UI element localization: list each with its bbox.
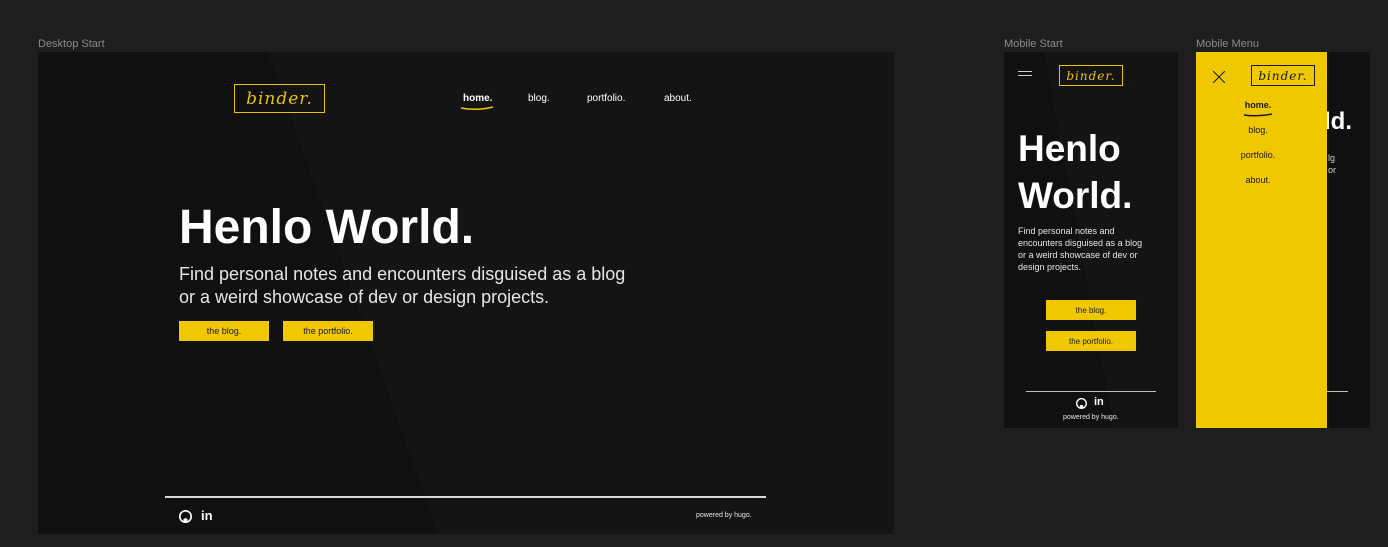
underlay-text: lg or: [1328, 153, 1337, 175]
nav-about[interactable]: about.: [664, 93, 692, 104]
portfolio-button[interactable]: the portfolio.: [1046, 331, 1136, 351]
nav-portfolio[interactable]: portfolio.: [587, 93, 625, 104]
logo[interactable]: binder.: [1059, 65, 1123, 86]
hero-subtitle-line2: encounters disguised as a blog: [1018, 238, 1143, 248]
logo[interactable]: binder.: [1251, 65, 1315, 86]
mobile-start-frame: binder. Henlo World. Find personal notes…: [1004, 52, 1178, 428]
menu-frame-label: Mobile Menu: [1196, 38, 1259, 50]
github-icon[interactable]: [1076, 398, 1087, 409]
mobile-frame-label: Mobile Start: [1004, 38, 1063, 50]
close-icon[interactable]: [1213, 71, 1225, 83]
blog-button[interactable]: the blog.: [1046, 300, 1136, 320]
hero-title: Henlo World.: [179, 201, 475, 254]
menu-about[interactable]: about.: [1196, 175, 1320, 185]
active-nav-underline: [460, 106, 494, 111]
blog-button[interactable]: the blog.: [179, 321, 269, 341]
hero-subtitle-line1: Find personal notes and: [1018, 226, 1115, 236]
active-nav-underline: [1243, 113, 1273, 117]
powered-by: powered by hugo.: [696, 512, 752, 519]
hero-subtitle-line2: or a weird showcase of dev or design pro…: [179, 287, 550, 307]
footer-divider: [1026, 391, 1156, 392]
hero-title-line2: World.: [1018, 175, 1133, 216]
menu-portfolio[interactable]: portfolio.: [1196, 150, 1320, 160]
linkedin-icon[interactable]: in: [1094, 396, 1104, 408]
logo[interactable]: binder.: [234, 84, 325, 113]
menu-blog[interactable]: blog.: [1196, 125, 1320, 135]
desktop-frame: binder. home. blog. portfolio. about. He…: [38, 52, 894, 534]
hamburger-icon[interactable]: [1018, 70, 1032, 78]
underlay-divider: [1327, 391, 1348, 392]
nav-home[interactable]: home.: [463, 93, 492, 104]
hero-subtitle-line4: design projects.: [1018, 262, 1082, 272]
underlay-title: ld.: [1324, 108, 1352, 135]
powered-by: powered by hugo.: [1063, 414, 1119, 421]
menu-home[interactable]: home.: [1196, 100, 1320, 110]
nav-blog[interactable]: blog.: [528, 93, 550, 104]
github-icon[interactable]: [179, 510, 192, 523]
linkedin-icon[interactable]: in: [201, 508, 213, 523]
hero-subtitle-line3: or a weird showcase of dev or: [1018, 250, 1138, 260]
hero-subtitle-line1: Find personal notes and encounters disgu…: [179, 264, 626, 284]
mobile-menu-frame: ld. lg or binder. home. blog. portfolio. …: [1196, 52, 1370, 428]
footer-divider: [165, 496, 766, 498]
desktop-frame-label: Desktop Start: [38, 38, 105, 50]
hero-title-line1: Henlo: [1018, 128, 1121, 169]
portfolio-button[interactable]: the portfolio.: [283, 321, 373, 341]
